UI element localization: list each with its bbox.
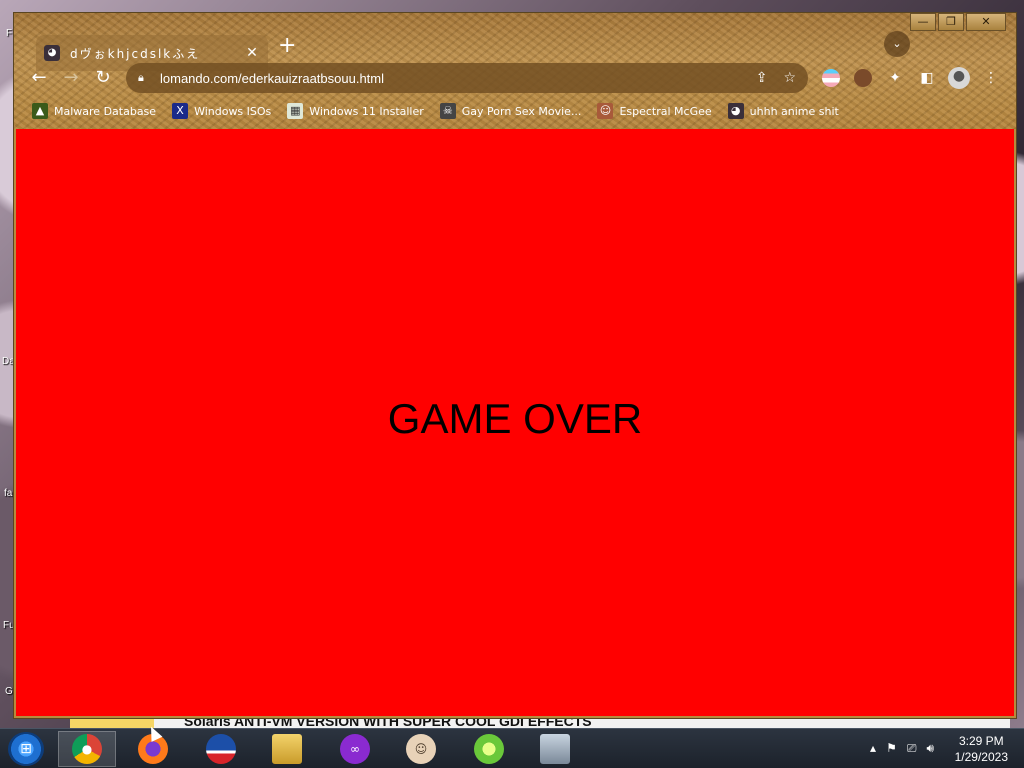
browser-frame: — ❐ ✕ ◕ dヴぉkhjcdslkふえ ✕ + ⌄ ← → ↻ 🔒︎ lom… <box>14 13 1016 129</box>
taskbar-user-app[interactable]: ☺ <box>392 731 450 767</box>
game-over-message: GAME OVER <box>387 395 643 442</box>
tab-search-button[interactable]: ⌄ <box>884 31 910 57</box>
bookmark-star-icon[interactable]: ☆ <box>783 70 796 86</box>
tray-overflow-icon[interactable]: ▴ <box>870 741 876 756</box>
browser-window: — ❐ ✕ ◕ dヴぉkhjcdslkふえ ✕ + ⌄ ← → ↻ 🔒︎ lom… <box>13 12 1017 719</box>
start-button[interactable]: ⊞ <box>8 732 44 766</box>
profile-icon[interactable]: ● <box>948 67 970 89</box>
bookmark-gay-porn-sex-movie[interactable]: ☠ Gay Porn Sex Movie... <box>439 103 582 119</box>
monitor-icon <box>540 734 570 764</box>
share-icon[interactable]: ⇪ <box>756 70 768 86</box>
mask-icon: ∞ <box>340 734 370 764</box>
anime-icon: ◕ <box>727 103 744 119</box>
taskbar-green-app[interactable] <box>460 731 518 767</box>
taskbar-purple-mask-app[interactable]: ∞ <box>326 731 384 767</box>
x-icon: X <box>172 103 189 119</box>
forward-arrow-icon[interactable]: → <box>60 67 82 89</box>
taskbar-obama-logo[interactable] <box>192 731 250 767</box>
window-controls: — ❐ ✕ <box>908 13 1006 31</box>
bookmark-windows-11-installer[interactable]: ▦ Windows 11 Installer <box>287 103 424 119</box>
skull-icon: ☠ <box>439 103 456 119</box>
bookmark-espectral-mcgee[interactable]: ☺ Espectral McGee <box>597 103 712 119</box>
avatar-extension-icon[interactable] <box>854 69 872 87</box>
anime-avatar-icon: ◕ <box>44 45 60 61</box>
face-icon: ☺ <box>597 103 614 119</box>
system-tray: ▴ ⚑ ⎚ 🔊︎ <box>860 741 934 756</box>
chrome-icon: ● <box>72 734 102 764</box>
back-arrow-icon[interactable]: ← <box>28 67 50 89</box>
reload-icon[interactable]: ↻ <box>92 67 114 89</box>
bookmarks-bar: ▲ Malware Database X Windows ISOs ▦ Wind… <box>32 101 855 121</box>
malware-database-icon: ▲ <box>32 103 48 119</box>
maximize-button[interactable]: ❐ <box>938 13 964 31</box>
lock-icon[interactable]: 🔒︎ <box>138 71 150 85</box>
bookmark-label: uhhh anime shit <box>749 104 839 118</box>
side-panel-icon[interactable]: ◧ <box>918 69 936 87</box>
taskbar-chrome[interactable]: ● <box>58 731 116 767</box>
clock-date: 1/29/2023 <box>954 750 1008 764</box>
desktop-icon-label[interactable]: F <box>6 28 12 39</box>
desktop-icon-label[interactable]: G <box>5 686 13 697</box>
flag-icon[interactable]: ⚑ <box>886 741 897 756</box>
address-bar[interactable]: 🔒︎ lomando.com/ederkauizraatbsouu.html ⇪… <box>126 63 808 93</box>
pride-flag-extension-icon[interactable] <box>822 69 840 87</box>
close-window-button[interactable]: ✕ <box>966 13 1006 31</box>
desktop-icon-label[interactable]: fa <box>4 488 12 499</box>
bookmark-label: Windows ISOs <box>194 104 272 118</box>
bookmark-label: Espectral McGee <box>619 104 712 118</box>
bookmark-uhhh-anime-shit[interactable]: ◕ uhhh anime shit <box>727 103 839 119</box>
lime-icon <box>474 734 504 764</box>
bookmark-windows-isos[interactable]: X Windows ISOs <box>172 103 271 119</box>
page-content: GAME OVER <box>16 129 1014 716</box>
extensions-puzzle-icon[interactable]: ✦ <box>886 69 904 87</box>
bookmark-label: Malware Database <box>54 104 157 118</box>
bookmark-malware-database[interactable]: ▲ Malware Database <box>32 103 156 119</box>
minimize-button[interactable]: — <box>910 13 936 31</box>
new-tab-button[interactable]: + <box>278 33 298 58</box>
clock-time: 3:29 PM <box>958 734 1004 748</box>
taskbar-system-monitor[interactable] <box>526 731 584 767</box>
network-icon[interactable]: ⎚ <box>907 741 917 756</box>
folder-icon <box>272 734 302 764</box>
bookmark-label: Gay Porn Sex Movie... <box>461 104 582 118</box>
installer-icon: ▦ <box>287 103 304 119</box>
menu-kebab-icon[interactable]: ⋮ <box>982 69 1000 87</box>
obama-logo-icon <box>206 734 236 764</box>
user-icon: ☺ <box>406 734 436 764</box>
tab-close-icon[interactable]: ✕ <box>244 45 260 61</box>
taskbar-clock[interactable]: 3:29 PM 1/29/2023 <box>955 733 1008 765</box>
tab-title: dヴぉkhjcdslkふえ <box>70 46 201 61</box>
url-text[interactable]: lomando.com/ederkauizraatbsouu.html <box>160 71 740 86</box>
bookmark-label: Windows 11 Installer <box>309 104 424 118</box>
browser-toolbar: ← → ↻ 🔒︎ lomando.com/ederkauizraatbsouu.… <box>14 63 1016 97</box>
volume-icon[interactable]: 🔊︎ <box>926 741 934 756</box>
taskbar-file-explorer[interactable] <box>258 731 316 767</box>
